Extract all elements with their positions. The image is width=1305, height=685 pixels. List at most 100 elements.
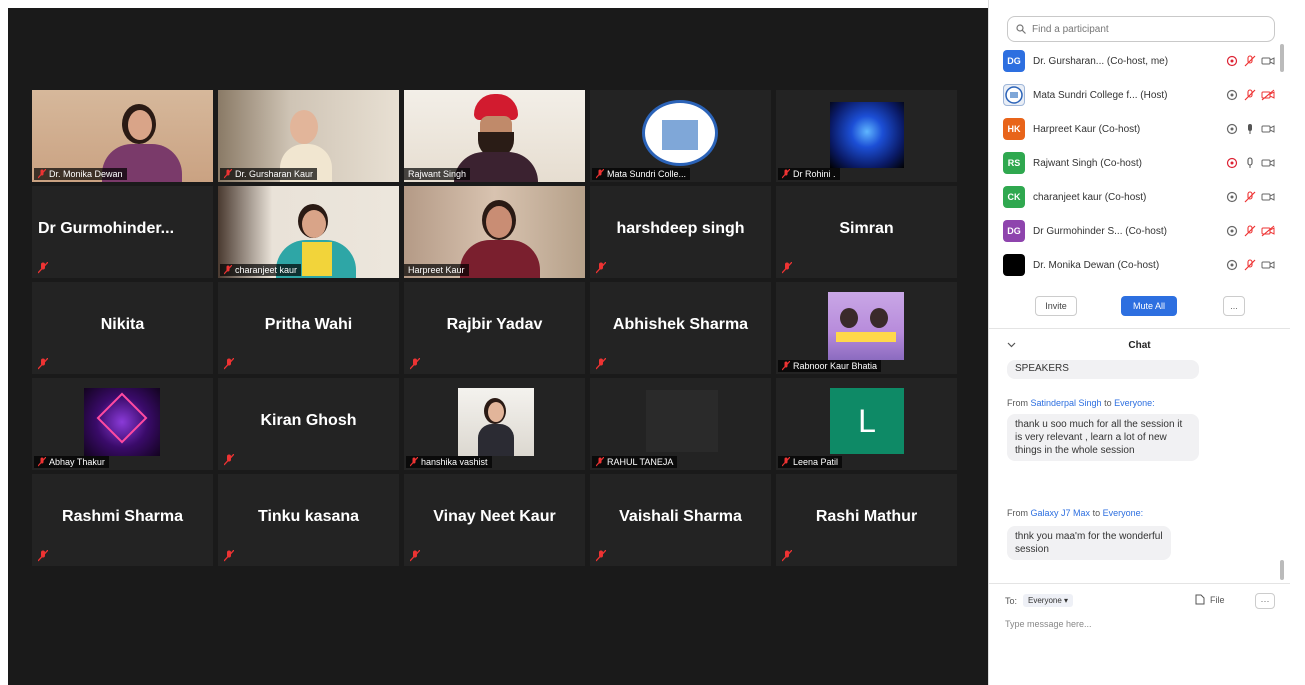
video-icon[interactable] [1261,191,1275,203]
person-body [460,240,540,278]
chat-recipient-row: To: Everyone ▾ [1005,594,1074,607]
video-icon[interactable] [1261,259,1275,271]
person-body [478,424,514,456]
chat-message-input[interactable] [1005,619,1265,629]
tile-simran[interactable]: Simran [776,186,957,278]
video-caption: RAHUL TANEJA [592,456,678,468]
avatar [1003,84,1025,106]
mic-muted-icon[interactable] [1243,225,1257,237]
tile-kiran[interactable]: Kiran Ghosh [218,378,399,470]
mic-muted-icon [596,550,606,562]
participant-row[interactable]: CK charanjeet kaur (Co-host) [1003,184,1275,210]
video-tile-monika[interactable]: Dr. Monika Dewan [32,90,213,182]
participant-name: Tinku kasana [257,508,360,525]
person-face [488,402,504,422]
mic-muted-icon [596,358,606,370]
tile-harshdeep[interactable]: harshdeep singh [590,186,771,278]
person-face [290,110,318,144]
participant-row[interactable]: Mata Sundri College f... (Host) [1003,82,1275,108]
mic-muted-icon[interactable] [1243,55,1257,67]
participant-name: Mata Sundri College f... (Host) [1033,89,1168,101]
video-tile-hanshika[interactable]: hanshika vashist [404,378,585,470]
tile-vinay[interactable]: Vinay Neet Kaur [404,474,585,566]
video-off-icon[interactable] [1261,89,1275,101]
participant-name: Rashi Mathur [815,508,918,525]
video-icon[interactable] [1261,157,1275,169]
raise-hand-icon [1226,89,1238,101]
from-label: From [1007,398,1028,408]
participant-search-input[interactable] [1032,23,1262,35]
tile-rashi[interactable]: Rashi Mathur [776,474,957,566]
mic-muted-icon[interactable] [1243,259,1257,271]
participants-scrollbar[interactable] [1280,44,1284,72]
mic-active-icon[interactable] [1243,123,1257,135]
avatar: RS [1003,152,1025,174]
raise-hand-icon [1226,123,1238,135]
mic-muted-icon[interactable] [1243,89,1257,101]
video-tile-rajwant[interactable]: Rajwant Singh [404,90,585,182]
tile-abhishek[interactable]: Abhishek Sharma [590,282,771,374]
tile-vaishali[interactable]: Vaishali Sharma [590,474,771,566]
tile-gurmohinder[interactable]: Dr Gurmohinder... [32,186,213,278]
avatar: HK [1003,118,1025,140]
mic-muted-icon[interactable] [1243,191,1257,203]
avatar [1003,254,1025,276]
mic-muted-icon [38,262,48,274]
profile-banner [836,332,896,342]
participant-row[interactable]: HK Harpreet Kaur (Co-host) [1003,116,1275,142]
video-caption: Dr. Gursharan Kaur [220,168,318,180]
chat-more-button[interactable]: ··· [1255,593,1275,609]
sender-name[interactable]: Satinderpal Singh [1031,398,1102,408]
video-tile-harpreet-active-speaker[interactable]: Harpreet Kaur [404,186,585,278]
recipient-name[interactable]: Everyone: [1114,398,1155,408]
recipient-select[interactable]: Everyone ▾ [1023,594,1074,607]
mic-muted-icon [782,550,792,562]
mic-muted-icon [782,361,790,371]
video-tile-rahul[interactable]: RAHUL TANEJA [590,378,771,470]
participant-row[interactable]: RS Rajwant Singh (Co-host) [1003,150,1275,176]
tile-rashmi[interactable]: Rashmi Sharma [32,474,213,566]
sender-name[interactable]: Galaxy J7 Max [1031,508,1091,518]
video-tile-gursharan[interactable]: Dr. Gursharan Kaur [218,90,399,182]
initial-avatar: L [830,388,904,454]
chat-message-header: From Galaxy J7 Max to Everyone: [1007,508,1143,518]
tile-tinku[interactable]: Tinku kasana [218,474,399,566]
participant-row[interactable]: DG Dr Gurmohinder S... (Co-host) [1003,218,1275,244]
more-button[interactable]: ... [1223,296,1245,316]
mic-muted-icon [596,262,606,274]
video-gallery: Dr. Monika Dewan Dr. Gursharan Kaur Rajw… [8,8,988,685]
video-tile-leena[interactable]: L Leena Patil [776,378,957,470]
participant-name: Pritha Wahi [264,316,353,333]
video-tile-abhay[interactable]: Abhay Thakur [32,378,213,470]
video-icon[interactable] [1261,55,1275,67]
video-tile-charanjeet[interactable]: charanjeet kaur [218,186,399,278]
video-icon[interactable] [1261,123,1275,135]
person-face [486,206,512,238]
recipient-name[interactable]: Everyone: [1103,508,1144,518]
cartoon-figure-2 [870,308,888,328]
to-label: To: [1005,595,1018,606]
video-tile-rohini[interactable]: Dr Rohini . [776,90,957,182]
tile-rajbir[interactable]: Rajbir Yadav [404,282,585,374]
participant-row[interactable]: Dr. Monika Dewan (Co-host) [1003,252,1275,278]
tile-nikita[interactable]: Nikita [32,282,213,374]
invite-button[interactable]: Invite [1035,296,1077,316]
file-button[interactable]: File [1195,594,1225,605]
video-tile-mata-sundri[interactable]: Mata Sundri Colle... [590,90,771,182]
person-scarf [302,242,332,276]
chat-header: Chat [989,336,1290,356]
participant-row[interactable]: DG Dr. Gursharan... (Co-host, me) [1003,48,1275,74]
profile-picture [830,102,904,168]
participant-name: harshdeep singh [616,220,745,237]
mic-muted-icon [782,457,790,467]
participant-search[interactable] [1007,16,1275,42]
tile-pritha[interactable]: Pritha Wahi [218,282,399,374]
mic-icon[interactable] [1243,157,1257,169]
chat-scrollbar[interactable] [1280,560,1284,580]
participant-name: Leena Patil [793,457,839,467]
video-off-icon[interactable] [1261,225,1275,237]
mic-muted-icon [38,169,46,179]
mute-all-button[interactable]: Mute All [1121,296,1177,316]
video-tile-rabnoor[interactable]: Rabnoor Kaur Bhatia [776,282,957,374]
raise-hand-icon [1226,225,1238,237]
